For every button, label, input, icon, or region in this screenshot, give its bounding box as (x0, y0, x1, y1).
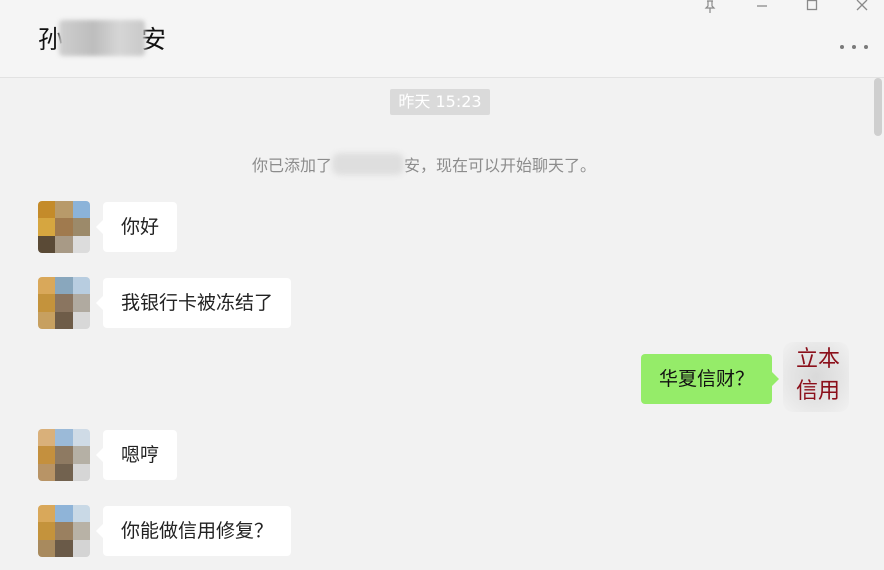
contact-name: 孙 安 (38, 20, 166, 56)
contact-avatar[interactable] (38, 429, 90, 481)
message-bubble[interactable]: 你能做信用修复？ (95, 506, 292, 556)
message-bubble-outgoing[interactable]: 华夏信财？ (641, 354, 780, 404)
contact-avatar[interactable] (38, 505, 90, 557)
more-dot (840, 45, 844, 49)
contact-avatar[interactable] (38, 277, 90, 329)
pin-icon[interactable] (697, 0, 723, 14)
title-bar: 孙 安 (0, 0, 884, 78)
system-note-prefix: 你已添加了 (252, 156, 333, 175)
message-bubble[interactable]: 我银行卡被冻结了 (95, 278, 292, 328)
contact-avatar[interactable] (38, 201, 90, 253)
system-note-suffix: 安，现在可以开始聊天了。 (404, 156, 597, 175)
name-redaction-blur (59, 20, 146, 56)
close-icon[interactable] (849, 0, 875, 14)
more-icon[interactable] (840, 40, 868, 54)
message-bubble[interactable]: 嗯哼 (95, 430, 178, 480)
maximize-icon[interactable] (799, 0, 825, 14)
chat-window: 孙 安 昨天 15:23 你已添加了 安，现在可以开始聊天了。 你好 我银行卡被… (0, 0, 884, 570)
more-dot (864, 45, 868, 49)
scrollbar-thumb[interactable] (874, 78, 882, 136)
minimize-icon[interactable] (749, 0, 775, 14)
more-dot (852, 45, 856, 49)
stamp-text-line2: 信用 (795, 379, 840, 404)
note-redaction-blur (332, 153, 405, 175)
message-timestamp: 昨天 15:23 (390, 89, 490, 115)
system-note: 你已添加了 安，现在可以开始聊天了。 (252, 152, 596, 176)
message-list[interactable]: 昨天 15:23 你已添加了 安，现在可以开始聊天了。 你好 我银行卡被冻结了 … (0, 78, 884, 570)
stamp-text-line1: 立本 (795, 347, 840, 372)
stamp-logo: 立本 信用 (783, 342, 849, 412)
message-bubble[interactable]: 你好 (95, 202, 178, 252)
